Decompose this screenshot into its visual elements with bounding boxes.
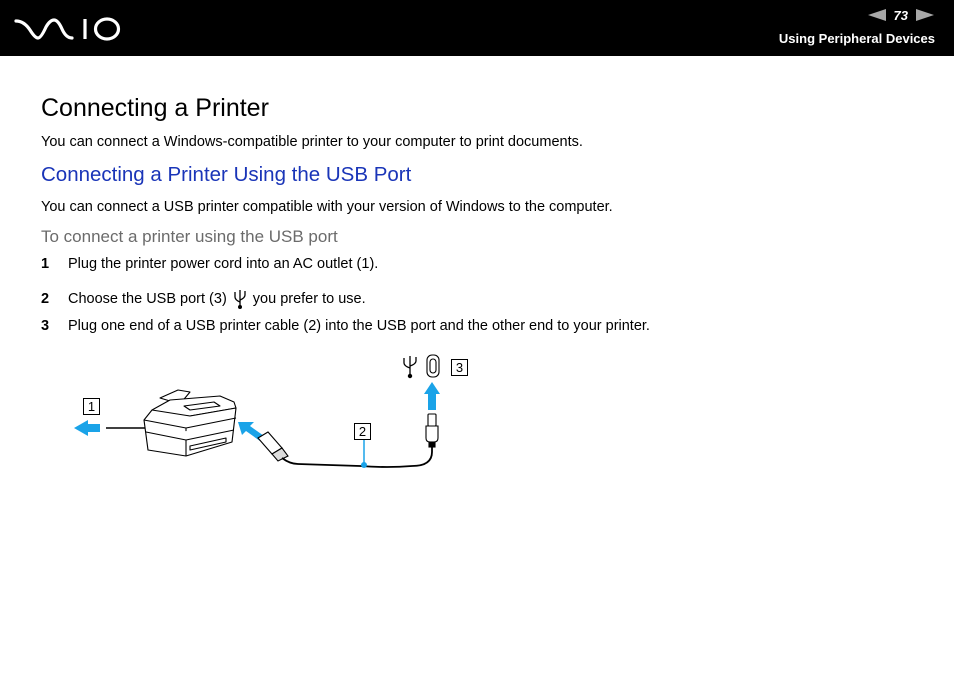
step-number: 3 — [41, 318, 50, 334]
vaio-logo — [14, 17, 121, 41]
step-number: 1 — [41, 256, 50, 272]
procedure-title: To connect a printer using the USB port — [41, 227, 338, 246]
arrow-left-icon[interactable] — [867, 9, 886, 21]
arrow-left-icon — [74, 420, 100, 436]
step-1: 1 Plug the printer power cord into an AC… — [41, 256, 378, 272]
figure-drawing — [74, 354, 440, 468]
page-navigation: 73 — [867, 7, 934, 23]
section-title: Using Peripheral Devices — [778, 31, 935, 46]
sub-intro-text: You can connect a USB printer compatible… — [41, 199, 613, 215]
usb-icon — [234, 290, 246, 309]
usb-plug-icon — [425, 413, 439, 448]
page-number: 73 — [893, 7, 908, 23]
arrow-up-icon — [424, 382, 440, 410]
step-text-before: Choose the USB port (3) — [68, 291, 227, 307]
intro-text: You can connect a Windows-compatible pri… — [41, 134, 583, 150]
step-3: 3 Plug one end of a USB printer cable (2… — [41, 318, 650, 334]
subheading: Connecting a Printer Using the USB Port — [41, 163, 412, 186]
page-title: Connecting a Printer — [41, 94, 269, 122]
usb-port-icon — [426, 354, 440, 378]
step-text: Plug the printer power cord into an AC o… — [68, 256, 379, 272]
usb-cable — [281, 446, 433, 468]
step-number: 2 — [41, 291, 50, 307]
usb-icon — [403, 356, 417, 379]
callout-2: 2 — [354, 423, 371, 440]
arrow-right-icon[interactable] — [916, 9, 934, 21]
step-text-after: you prefer to use. — [252, 291, 366, 307]
callout-2-dot — [361, 462, 367, 468]
usb-plug-icon — [257, 431, 289, 462]
callout-1: 1 — [83, 398, 100, 415]
step-text: Plug one end of a USB printer cable (2) … — [68, 318, 650, 334]
printer-connection-figure: 1 2 3 — [60, 350, 480, 480]
printer-icon — [143, 389, 237, 457]
page-header: 73 Using Peripheral Devices — [0, 0, 954, 56]
callout-3: 3 — [451, 359, 468, 376]
step-2: 2 Choose the USB port (3) you prefer to … — [41, 288, 366, 310]
